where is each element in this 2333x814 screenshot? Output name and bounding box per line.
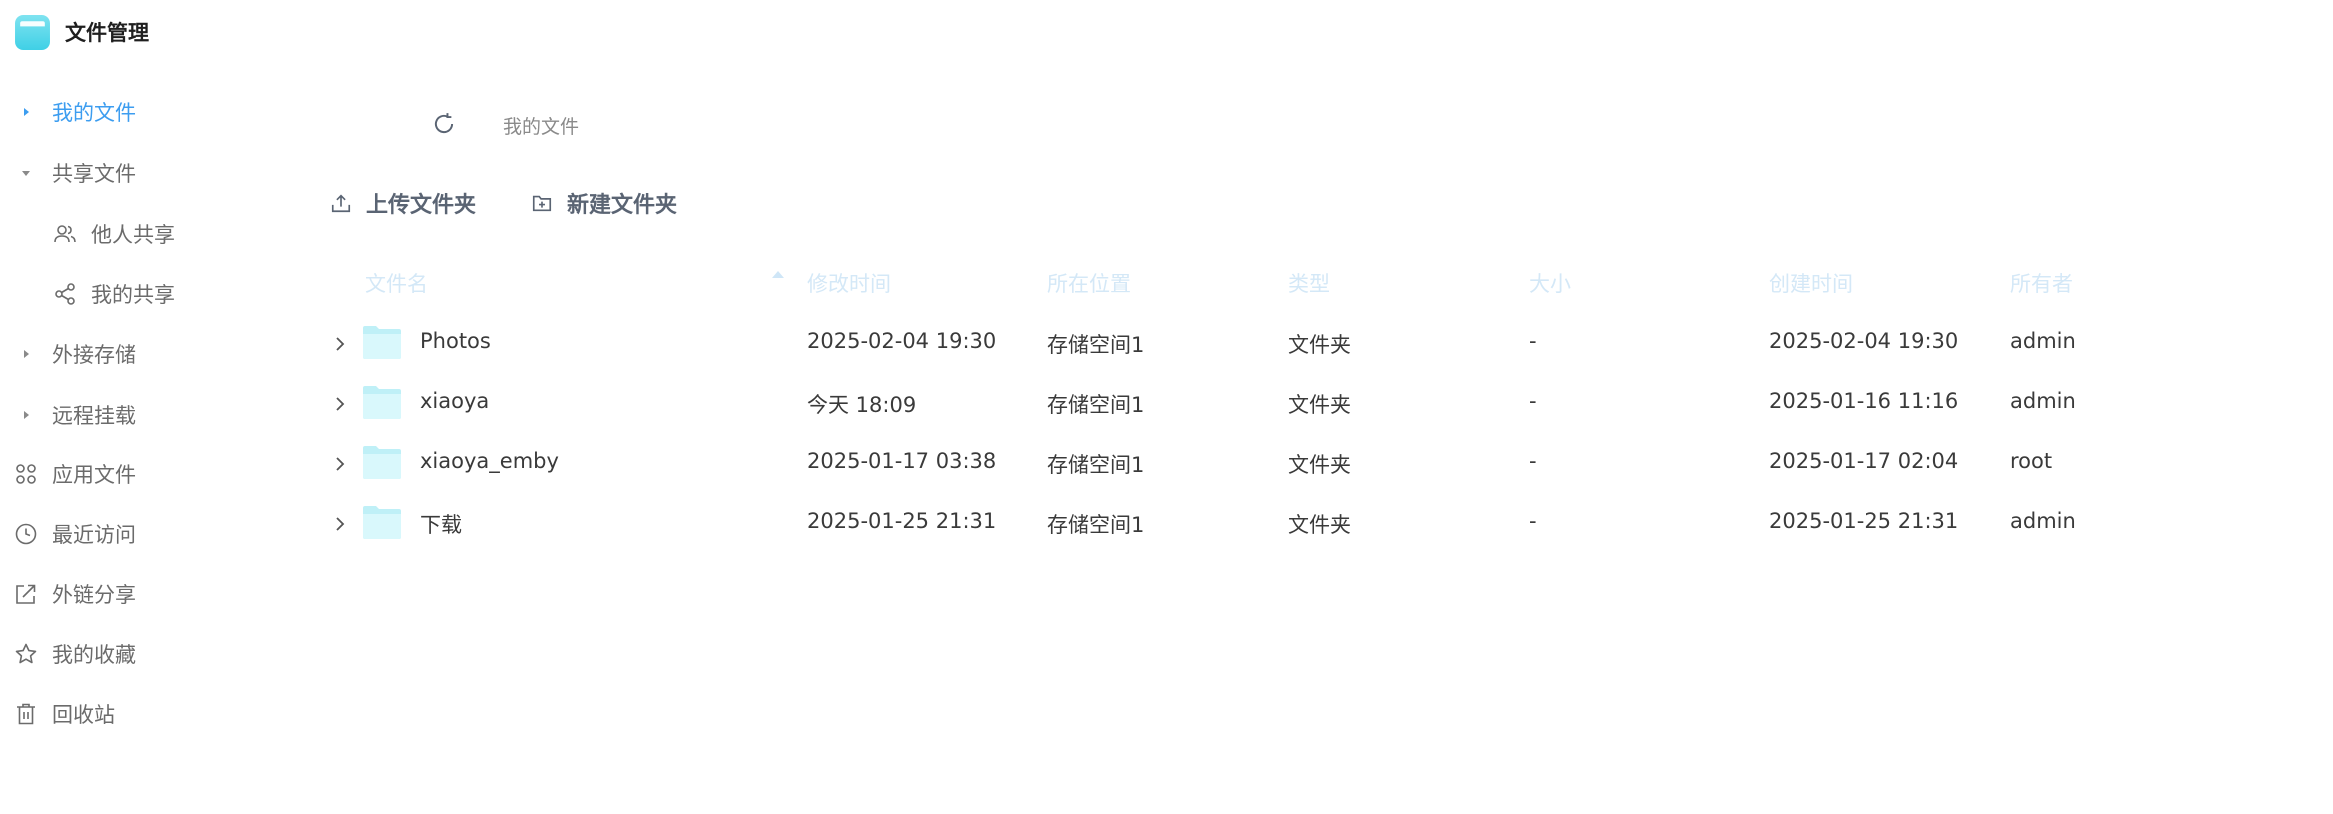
file-size: - [1529,509,1537,533]
owner: admin [2010,329,2076,353]
location: 存储空间1 [1047,453,1145,477]
folder-icon [363,446,401,479]
new-folder-button[interactable]: 新建文件夹 [531,186,677,220]
file-manager-app: 文件管理 我的文件 共享文件 他人共享 我的共享 外接存储 远程挂载 应用文件 … [0,0,2333,814]
sidebar-item-external-storage[interactable]: 外接存储 [0,334,290,374]
caret-right-icon [23,350,29,358]
owner: admin [2010,389,2076,413]
sidebar-item-my-files[interactable]: 我的文件 [0,92,290,132]
upload-folder-label: 上传文件夹 [366,193,477,218]
upload-icon [331,194,351,213]
external-link-icon [16,584,36,604]
caret-right-icon [23,108,29,116]
column-header-size[interactable]: 大小 [1529,268,1571,298]
apps-icon [16,464,36,484]
modified-time: 2025-01-17 03:38 [807,449,997,473]
sidebar-item-remote-mount[interactable]: 远程挂载 [0,395,290,435]
modified-time: 2025-02-04 19:30 [807,329,997,353]
sidebar-item-label: 外接存储 [52,343,136,367]
file-size: - [1529,389,1537,413]
sidebar-item-my-shares[interactable]: 我的共享 [0,274,290,314]
caret-right-icon [23,411,29,419]
location: 存储空间1 [1047,393,1145,417]
column-header-type[interactable]: 类型 [1288,268,1330,298]
upload-folder-button[interactable]: 上传文件夹 [330,186,476,220]
chevron-right-icon[interactable] [330,334,350,354]
file-name[interactable]: Photos [420,329,491,353]
sidebar-item-label: 应用文件 [52,463,136,487]
created-time: 2025-01-25 21:31 [1769,509,1959,533]
location: 存储空间1 [1047,513,1145,537]
owner: admin [2010,509,2076,533]
file-size: - [1529,329,1537,353]
sidebar: 我的文件 共享文件 他人共享 我的共享 外接存储 远程挂载 应用文件 最近访问 … [0,0,300,814]
table-row[interactable]: xiaoya_emby 2025-01-17 03:38 存储空间1 文件夹 -… [320,436,2120,492]
trash-icon [17,703,35,725]
created-time: 2025-02-04 19:30 [1769,329,1959,353]
chevron-right-icon[interactable] [330,454,350,474]
users-icon [54,225,76,243]
location: 存储空间1 [1047,333,1145,357]
file-type: 文件夹 [1288,453,1351,477]
file-type: 文件夹 [1288,393,1351,417]
file-type: 文件夹 [1288,513,1351,537]
folder-icon [363,386,401,419]
sidebar-item-app-files[interactable]: 应用文件 [0,454,290,494]
file-name[interactable]: xiaoya_emby [420,449,559,473]
sidebar-item-label: 远程挂载 [52,404,136,428]
star-icon [15,643,37,664]
sidebar-item-label: 外链分享 [52,583,136,607]
table-row[interactable]: 下载 2025-01-25 21:31 存储空间1 文件夹 - 2025-01-… [320,496,2120,552]
sidebar-item-label: 他人共享 [91,223,175,247]
column-header-created[interactable]: 创建时间 [1769,268,1853,298]
sidebar-item-recent[interactable]: 最近访问 [0,514,290,554]
sidebar-item-label: 我的收藏 [52,643,136,667]
modified-time: 2025-01-25 21:31 [807,509,997,533]
refresh-button[interactable] [430,110,458,138]
clock-icon [15,523,37,545]
column-header-location[interactable]: 所在位置 [1047,268,1131,298]
sidebar-item-link-share[interactable]: 外链分享 [0,574,290,614]
sidebar-item-label: 回收站 [52,703,115,727]
owner: root [2010,449,2053,473]
new-folder-label: 新建文件夹 [567,193,678,218]
sidebar-item-favorites[interactable]: 我的收藏 [0,634,290,674]
modified-time: 今天 18:09 [807,393,917,417]
chevron-right-icon[interactable] [330,394,350,414]
table-row[interactable]: xiaoya 今天 18:09 存储空间1 文件夹 - 2025-01-16 1… [320,376,2120,432]
refresh-icon [434,113,454,133]
table-row[interactable]: Photos 2025-02-04 19:30 存储空间1 文件夹 - 2025… [320,316,2120,372]
folder-icon [363,326,401,359]
sidebar-item-shared-by-others[interactable]: 他人共享 [0,214,290,254]
chevron-right-icon[interactable] [330,514,350,534]
file-name[interactable]: xiaoya [420,389,489,413]
sort-ascending-icon[interactable] [772,271,784,278]
breadcrumb[interactable]: 我的文件 [503,112,579,139]
file-name[interactable]: 下载 [420,509,462,539]
share-icon [55,283,75,305]
sidebar-item-label: 我的共享 [91,283,175,307]
created-time: 2025-01-16 11:16 [1769,389,1959,413]
column-header-modified[interactable]: 修改时间 [807,268,891,298]
sidebar-item-shared-files[interactable]: 共享文件 [0,153,290,193]
sidebar-item-label: 我的文件 [52,101,136,125]
created-time: 2025-01-17 02:04 [1769,449,1959,473]
file-type: 文件夹 [1288,333,1351,357]
file-size: - [1529,449,1537,473]
column-header-owner[interactable]: 所有者 [2010,268,2073,298]
sidebar-item-label: 最近访问 [52,523,136,547]
column-header-name[interactable]: 文件名 [365,268,428,298]
caret-down-icon [22,170,30,176]
sidebar-item-recycle-bin[interactable]: 回收站 [0,694,290,734]
folder-icon [363,506,401,539]
sidebar-item-label: 共享文件 [52,162,136,186]
new-folder-icon [532,195,552,212]
